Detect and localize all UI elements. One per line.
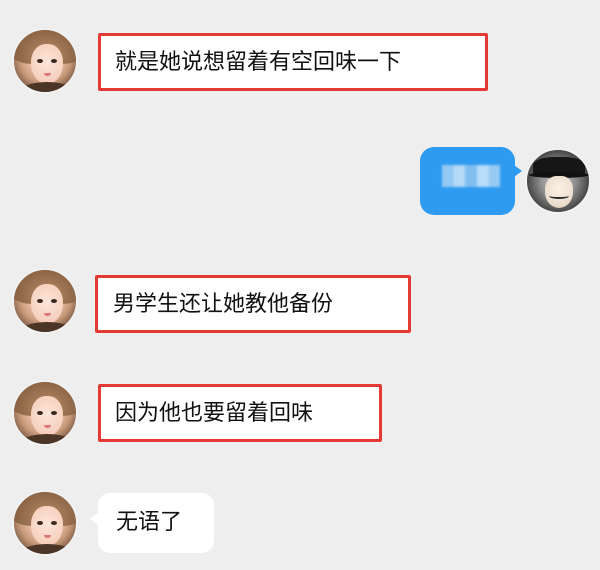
avatar-eye xyxy=(37,59,43,63)
message-bubble-incoming[interactable]: 男学生还让她教他备份 xyxy=(95,275,411,333)
avatar-eye xyxy=(51,59,57,63)
message-bubble-outgoing[interactable] xyxy=(420,147,522,215)
chat-conversation: 就是她说想留着有空回味一下 男学生还让她教他备份 因为他也要留着回味 无语了 xyxy=(0,0,600,570)
contact-avatar[interactable] xyxy=(12,268,78,334)
avatar-shoulders xyxy=(20,82,74,92)
bubble-tail xyxy=(514,165,522,177)
message-bubble-incoming[interactable]: 因为他也要留着回味 xyxy=(98,384,382,442)
contact-avatar[interactable] xyxy=(12,380,78,446)
message-text: 就是她说想留着有空回味一下 xyxy=(115,50,402,75)
avatar-eye xyxy=(37,299,43,303)
user-avatar[interactable] xyxy=(525,148,591,214)
message-bubble-incoming[interactable]: 就是她说想留着有空回味一下 xyxy=(98,33,488,91)
message-text: 因为他也要留着回味 xyxy=(115,401,314,426)
avatar-shoulders xyxy=(20,322,74,332)
avatar-face xyxy=(31,396,63,436)
avatar-eye xyxy=(51,521,57,525)
avatar-eye xyxy=(37,521,43,525)
avatar-shoulders xyxy=(20,434,74,444)
avatar-eye xyxy=(37,411,43,415)
avatar-mask xyxy=(545,176,573,208)
avatar-face xyxy=(31,284,63,324)
avatar-face xyxy=(31,506,63,546)
contact-avatar[interactable] xyxy=(12,28,78,94)
contact-avatar[interactable] xyxy=(12,490,78,556)
avatar-shoulders xyxy=(20,544,74,554)
avatar-face xyxy=(31,44,63,84)
blurred-message-text xyxy=(442,165,500,187)
message-text: 男学生还让她教他备份 xyxy=(113,292,334,317)
message-text: 无语了 xyxy=(116,510,183,535)
avatar-eye xyxy=(51,411,57,415)
bubble-tail xyxy=(90,513,98,525)
message-bubble-incoming[interactable]: 无语了 xyxy=(90,493,214,553)
avatar-mustache xyxy=(549,193,569,199)
avatar-eye xyxy=(51,299,57,303)
